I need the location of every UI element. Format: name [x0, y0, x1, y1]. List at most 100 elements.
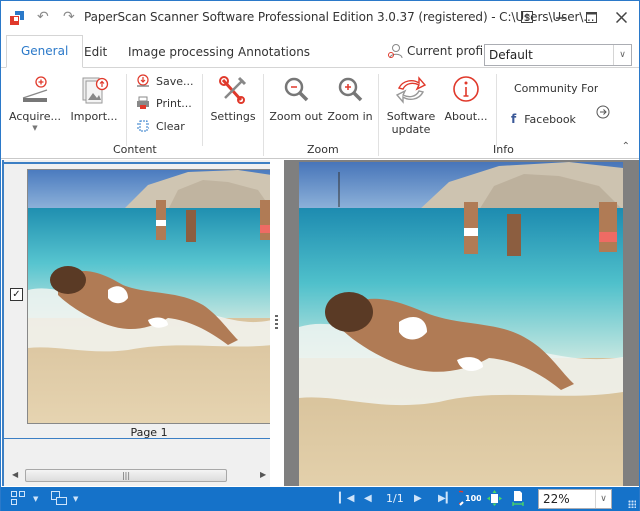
facebook-icon: f — [511, 112, 517, 126]
collapse-ribbon-icon[interactable]: ⌃ — [622, 141, 630, 152]
clear-button[interactable]: Clear — [136, 119, 185, 133]
zoom-group-label: Zoom — [307, 143, 339, 156]
facebook-link[interactable]: f Facebook — [508, 112, 576, 126]
last-page-icon[interactable]: ▶▎ — [438, 493, 453, 504]
acquire-button[interactable]: Acquire... ▼ — [9, 74, 61, 132]
ribbon-separator — [263, 74, 264, 156]
content-group-label: Content — [113, 143, 157, 156]
first-page-icon[interactable]: ▎◀ — [339, 493, 354, 504]
profile-value: Default — [489, 48, 533, 62]
zoom-100-icon[interactable]: 100 — [453, 490, 482, 509]
profile-selector: Current profile: — [387, 43, 498, 59]
zoom-level-value: 22% — [543, 492, 570, 506]
clear-page-icon — [137, 120, 149, 132]
zoom-out-label: Zoom out — [269, 110, 323, 123]
tab-image-processing[interactable]: Image processing — [120, 41, 242, 68]
ribbon-separator — [126, 74, 127, 146]
app-window: ↶ ↷ PaperScan Scanner Software Professio… — [0, 0, 640, 511]
resize-grip-icon[interactable] — [628, 500, 636, 508]
tab-edit[interactable]: Edit — [76, 41, 115, 68]
software-update-button[interactable]: Software update — [383, 74, 439, 136]
ribbon-separator — [496, 74, 497, 146]
minimize-button[interactable] — [547, 5, 575, 29]
page-checkbox[interactable]: ✓ — [10, 288, 23, 301]
thumbnail-layout-icon[interactable] — [11, 491, 25, 508]
pane-splitter[interactable] — [270, 160, 284, 486]
splitter-grip-icon[interactable] — [275, 315, 278, 331]
zoom-in-label: Zoom in — [327, 110, 373, 123]
software-update-label-line1: Software — [386, 110, 436, 123]
profile-dropdown[interactable]: Default ∨ — [484, 44, 632, 66]
import-label: Import... — [70, 110, 118, 123]
page-thumbnail-image[interactable] — [27, 169, 271, 424]
about-button[interactable]: About... — [441, 74, 491, 123]
settings-label: Settings — [210, 110, 256, 123]
import-button[interactable]: Import... — [69, 74, 119, 123]
acquire-label: Acquire... — [9, 110, 61, 123]
print-button[interactable]: Print... — [136, 96, 192, 110]
fit-page-icon[interactable] — [486, 490, 502, 509]
thumbnail-pane: ✓ Page 1 ◀ ||| ▶ — [2, 160, 271, 486]
scrollbar-thumb[interactable]: ||| — [25, 469, 227, 482]
save-button[interactable]: Save... — [136, 74, 194, 88]
print-label: Print... — [156, 96, 192, 110]
page-indicator: 1/1 — [386, 492, 404, 505]
scroll-left-arrow-icon[interactable]: ◀ — [12, 470, 18, 479]
scroll-right-arrow-icon[interactable]: ▶ — [260, 470, 266, 479]
maximize-button[interactable] — [577, 5, 605, 29]
restore-ribbon-button[interactable] — [513, 5, 541, 29]
ribbon-separator — [378, 74, 379, 156]
scanner-icon — [22, 76, 48, 102]
document-viewer — [284, 160, 639, 486]
chevron-down-icon[interactable]: ∨ — [595, 490, 611, 508]
more-links-button[interactable] — [596, 105, 610, 122]
tab-general[interactable]: General — [6, 35, 84, 68]
settings-button[interactable]: Settings — [208, 74, 258, 123]
zoom-out-button[interactable]: Zoom out — [269, 74, 323, 123]
tools-wrench-icon — [219, 76, 247, 104]
chevron-down-icon[interactable]: ∨ — [613, 45, 631, 65]
about-label: About... — [444, 110, 488, 123]
fit-width-icon[interactable] — [511, 490, 525, 509]
status-bar: ▼ ▼ ▎◀ ◀ 1/1 ▶ ▶▎ 100 22% ∨ — [1, 487, 639, 511]
maximize-icon — [585, 11, 597, 23]
redo-icon[interactable]: ↷ — [63, 9, 75, 25]
view-mode-icon[interactable] — [51, 491, 67, 508]
thumbnail-horizontal-scrollbar[interactable]: ◀ ||| ▶ — [4, 467, 270, 484]
import-image-icon — [82, 77, 109, 104]
app-logo-icon — [10, 11, 24, 25]
info-icon — [453, 76, 479, 102]
tab-annotations[interactable]: Annotations — [230, 41, 318, 68]
zoom-level-dropdown[interactable]: 22% ∨ — [538, 489, 612, 509]
restore-ribbon-icon — [521, 11, 533, 23]
zoom-in-icon — [338, 77, 363, 102]
community-forum-link[interactable]: Community For — [508, 82, 598, 95]
printer-icon — [137, 96, 149, 109]
title-bar: ↶ ↷ PaperScan Scanner Software Professio… — [1, 1, 639, 33]
dropdown-arrow-icon[interactable]: ▼ — [33, 495, 38, 503]
dropdown-arrow-icon[interactable]: ▼ — [73, 495, 78, 503]
minimize-icon — [556, 17, 566, 19]
thumbnail-item[interactable]: ✓ Page 1 — [4, 162, 271, 439]
ribbon: Acquire... ▼ Import... Save... Print... … — [1, 68, 639, 159]
svg-text:100: 100 — [465, 494, 481, 503]
zoom-in-button[interactable]: Zoom in — [327, 74, 373, 123]
undo-icon[interactable]: ↶ — [37, 9, 49, 25]
update-arrows-icon — [395, 76, 427, 104]
info-group-label: Info — [493, 143, 514, 156]
previous-page-icon[interactable]: ◀ — [364, 493, 372, 504]
dropdown-arrow-icon[interactable]: ▼ — [9, 124, 61, 132]
close-icon — [615, 11, 627, 23]
close-button[interactable] — [607, 5, 635, 29]
save-label: Save... — [156, 74, 194, 88]
save-download-icon — [137, 74, 149, 87]
arrow-right-circle-icon — [596, 105, 610, 119]
zoom-out-icon — [284, 77, 309, 102]
community-label: Community For — [514, 82, 598, 95]
scanned-page-image[interactable] — [299, 162, 623, 486]
ribbon-separator — [202, 74, 203, 146]
user-profile-icon — [388, 44, 403, 59]
facebook-label: Facebook — [524, 112, 576, 126]
clear-label: Clear — [156, 119, 185, 133]
next-page-icon[interactable]: ▶ — [414, 493, 422, 504]
